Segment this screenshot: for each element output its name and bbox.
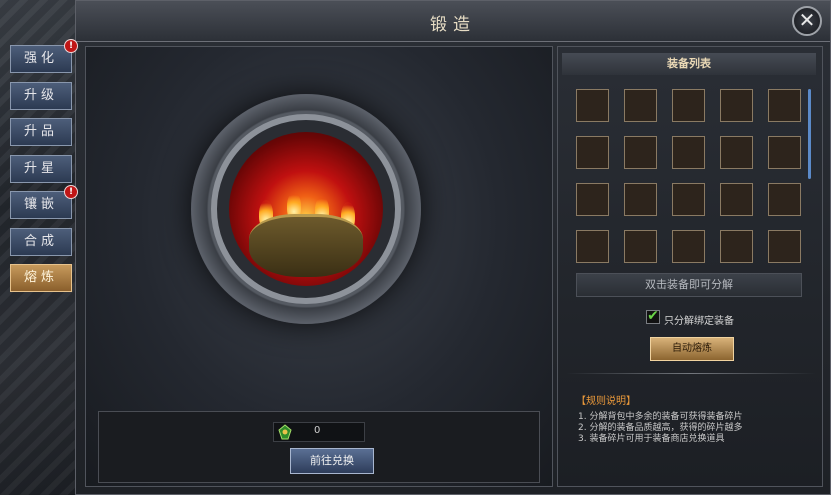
tab-smelt[interactable]: 熔炼 xyxy=(10,264,72,292)
equipment-scrollbar[interactable] xyxy=(808,89,811,179)
bound-only-label: 只分解绑定装备 xyxy=(664,316,734,327)
furnace-frame xyxy=(211,114,401,304)
equipment-slot[interactable] xyxy=(672,89,705,122)
equipment-slot[interactable] xyxy=(672,136,705,169)
equipment-slot[interactable] xyxy=(624,136,657,169)
equipment-slot[interactable] xyxy=(576,136,609,169)
forge-panel: 0 前往兑换 xyxy=(85,46,553,487)
equipment-slot[interactable] xyxy=(624,183,657,216)
tab-inlay[interactable]: 镶嵌! xyxy=(10,185,78,219)
equipment-slot[interactable] xyxy=(720,136,753,169)
tab-upgrade[interactable]: 升级 xyxy=(10,81,72,110)
cauldron xyxy=(249,214,363,277)
rule-item: 2. 分解的装备品质越高，获得的碎片越多 xyxy=(578,423,743,433)
rules-title: 【规则说明】 xyxy=(576,396,636,407)
equipment-panel: 装备列表 双击装备即可分解 ✔ 只分解绑定装备 自动熔炼 【规则说明】 1. 分… xyxy=(557,46,823,487)
furnace-ring xyxy=(191,94,421,324)
equipment-slot[interactable] xyxy=(720,89,753,122)
rule-item: 3. 装备碎片可用于装备商店兑换道具 xyxy=(578,434,725,444)
equipment-slot[interactable] xyxy=(624,89,657,122)
exchange-box: 0 前往兑换 xyxy=(98,411,540,483)
fragment-display: 0 xyxy=(273,422,365,442)
equipment-slot[interactable] xyxy=(576,183,609,216)
tab-strengthen[interactable]: 强化! xyxy=(10,39,78,73)
equipment-slot[interactable] xyxy=(576,230,609,263)
divider xyxy=(566,373,816,374)
equipment-slot[interactable] xyxy=(768,136,801,169)
tab-compose[interactable]: 合成 xyxy=(10,227,72,256)
decompose-hint: 双击装备即可分解 xyxy=(576,273,802,297)
equipment-slot[interactable] xyxy=(720,230,753,263)
auto-smelt-button[interactable]: 自动熔炼 xyxy=(650,337,734,361)
title-bar: 锻造 ✕ xyxy=(76,1,830,42)
equipment-slot[interactable] xyxy=(768,89,801,122)
equipment-slot[interactable] xyxy=(768,230,801,263)
fragment-count: 0 xyxy=(314,425,321,436)
equipment-slot[interactable] xyxy=(576,89,609,122)
furnace-fire xyxy=(229,132,383,286)
fragment-icon xyxy=(278,424,292,440)
equipment-list-header: 装备列表 xyxy=(562,53,816,75)
rule-item: 1. 分解背包中多余的装备可获得装备碎片 xyxy=(578,412,743,422)
alert-badge: ! xyxy=(64,39,78,53)
rules-list: 1. 分解背包中多余的装备可获得装备碎片 2. 分解的装备品质越高，获得的碎片越… xyxy=(578,412,742,445)
equipment-slot[interactable] xyxy=(768,183,801,216)
equipment-slot[interactable] xyxy=(720,183,753,216)
tab-quality[interactable]: 升品 xyxy=(10,118,72,146)
window-title: 锻造 xyxy=(430,15,476,35)
equipment-slot[interactable] xyxy=(672,230,705,263)
tab-star[interactable]: 升星 xyxy=(10,154,72,183)
equipment-slot[interactable] xyxy=(672,183,705,216)
side-tabs: 强化! 升级 升品 升星 镶嵌! 合成 熔炼 xyxy=(10,39,78,301)
bound-only-checkbox[interactable]: ✔ xyxy=(646,309,660,324)
exchange-button[interactable]: 前往兑换 xyxy=(290,448,374,474)
close-button[interactable]: ✕ xyxy=(792,6,822,36)
alert-badge: ! xyxy=(64,185,78,199)
equipment-slot[interactable] xyxy=(624,230,657,263)
